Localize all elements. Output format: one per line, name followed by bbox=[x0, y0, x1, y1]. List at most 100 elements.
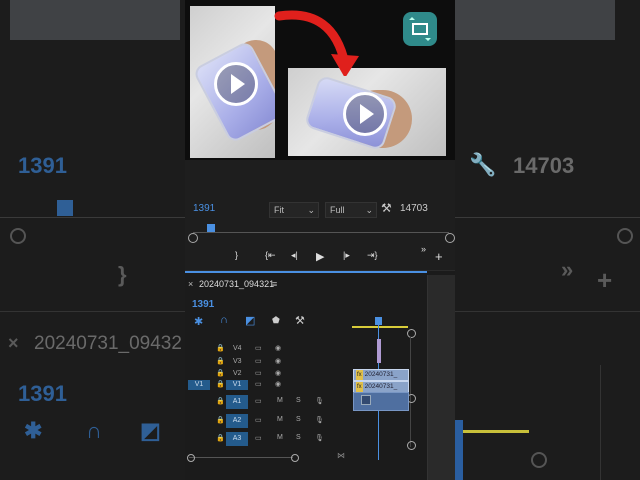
bg-circle-right-2 bbox=[531, 452, 547, 468]
marker-icon[interactable]: ⬟ bbox=[272, 315, 280, 326]
film-icon[interactable]: ▭ bbox=[255, 357, 262, 365]
bg-photo-thumb bbox=[10, 0, 180, 40]
film-icon[interactable]: ▭ bbox=[255, 369, 262, 377]
audio-fx-icon bbox=[361, 395, 371, 405]
play-icon[interactable] bbox=[214, 62, 258, 106]
background-right: 🔧 14703 » + bbox=[455, 0, 640, 480]
h-zoom-handle-left[interactable] bbox=[187, 454, 195, 462]
marker-in-icon[interactable]: } bbox=[235, 250, 238, 260]
zoom-handle-right[interactable] bbox=[445, 233, 455, 243]
timeline-playhead-head[interactable] bbox=[375, 317, 382, 325]
clip-v2[interactable]: fx 20240731_ bbox=[353, 369, 409, 381]
track-label-a1[interactable]: A1 bbox=[226, 395, 248, 409]
sequence-tab[interactable]: 20240731_094321 bbox=[199, 279, 274, 289]
clip-v2-name: 20240731_ bbox=[364, 371, 398, 378]
add-icon[interactable]: + bbox=[435, 249, 443, 264]
lock-icon[interactable]: 🔒 bbox=[216, 344, 225, 352]
monitor-playhead[interactable] bbox=[207, 224, 215, 232]
eye-icon[interactable]: ◉ bbox=[275, 380, 281, 388]
step-back-icon[interactable]: ◂| bbox=[291, 250, 298, 261]
mute-button[interactable]: M bbox=[277, 416, 283, 423]
lock-icon[interactable]: 🔒 bbox=[216, 357, 225, 365]
play-button-icon[interactable]: ▶ bbox=[316, 250, 324, 263]
mic-icon[interactable]: 🎙 bbox=[315, 434, 324, 442]
monitor-ruler[interactable] bbox=[193, 232, 449, 233]
bg-ruler-right bbox=[455, 217, 640, 218]
resolution-select[interactable]: Full ⌄ bbox=[325, 202, 377, 218]
program-monitor bbox=[185, 0, 455, 160]
menu-icon[interactable]: ≡ bbox=[272, 279, 277, 289]
mute-button[interactable]: M bbox=[277, 397, 283, 404]
transport-controls: } {⇤ ◂| ▶ |▸ ⇥} » + bbox=[185, 244, 455, 264]
solo-button[interactable]: S bbox=[296, 416, 301, 423]
eye-icon[interactable]: ◉ bbox=[275, 357, 281, 365]
lock-icon[interactable]: 🔒 bbox=[216, 380, 225, 388]
link-icon[interactable]: ◩ bbox=[245, 314, 255, 327]
lock-icon[interactable]: 🔒 bbox=[216, 434, 225, 442]
close-icon[interactable]: × bbox=[188, 279, 193, 289]
bg-add-icon: + bbox=[597, 265, 613, 295]
play-icon-2[interactable] bbox=[343, 92, 387, 136]
vertical-scrollbar[interactable] bbox=[410, 337, 411, 447]
sequence-timecode[interactable]: 1391 bbox=[192, 299, 214, 310]
snap-icon[interactable]: ✱ bbox=[194, 315, 203, 328]
lock-icon[interactable]: 🔒 bbox=[216, 416, 225, 424]
fx-badge: fx bbox=[356, 382, 363, 392]
track-label-a3[interactable]: A3 bbox=[226, 432, 248, 446]
film-icon[interactable]: ▭ bbox=[255, 344, 262, 352]
mic-icon[interactable]: 🎙 bbox=[315, 397, 324, 405]
go-out-icon[interactable]: ⇥} bbox=[367, 250, 378, 261]
playhead-timecode[interactable]: 1391 bbox=[193, 203, 215, 214]
bg-magnet-icon: ∩ bbox=[86, 418, 102, 443]
eye-icon[interactable]: ◉ bbox=[275, 369, 281, 377]
bg-wrench-icon: 🔧 bbox=[469, 152, 497, 177]
timeline-panel: × 20240731_094321 ≡ 1391 ✱ ∩ ◩ ⬟ ⚒ 🔒 V4 … bbox=[185, 270, 455, 480]
lock-icon[interactable]: 🔒 bbox=[216, 397, 225, 405]
track-label-v2: V2 bbox=[233, 370, 242, 377]
eye-icon[interactable]: ◉ bbox=[275, 344, 281, 352]
vertical-zoom-handle-bottom[interactable] bbox=[407, 441, 416, 450]
zoom-select[interactable]: Fit ⌄ bbox=[269, 202, 319, 218]
clip-a1[interactable] bbox=[353, 392, 409, 411]
lock-icon[interactable]: 🔒 bbox=[216, 369, 225, 377]
track-label-a2[interactable]: A2 bbox=[226, 414, 248, 428]
mic-icon[interactable]: 🎙 bbox=[315, 416, 324, 424]
wrench-icon[interactable]: ⚒ bbox=[295, 314, 305, 327]
bg-divider-right bbox=[455, 311, 640, 312]
solo-button[interactable]: S bbox=[296, 397, 301, 404]
bg-panel-edge bbox=[600, 365, 640, 480]
magnet-icon[interactable]: ∩ bbox=[220, 314, 228, 326]
mute-button[interactable]: M bbox=[277, 434, 283, 441]
film-icon[interactable]: ▭ bbox=[255, 397, 262, 405]
h-zoom-handle-right[interactable] bbox=[291, 454, 299, 462]
bg-timecode-2: 1391 bbox=[18, 381, 67, 406]
monitor-controls: 1391 Fit ⌄ Full ⌄ ⚒ 14703 bbox=[185, 201, 455, 218]
go-in-icon[interactable]: {⇤ bbox=[265, 250, 276, 261]
film-icon[interactable]: ▭ bbox=[255, 434, 262, 442]
film-icon[interactable]: ▭ bbox=[255, 416, 262, 424]
bg-ruler bbox=[0, 217, 185, 218]
film-icon bbox=[409, 17, 431, 41]
source-patch-v1[interactable]: V1 bbox=[188, 380, 210, 390]
step-forward-icon[interactable]: |▸ bbox=[343, 250, 350, 261]
zoom-handle-left[interactable] bbox=[188, 233, 198, 243]
bg-seq-name: 20240731_09432 bbox=[34, 333, 182, 354]
wrench-icon[interactable]: ⚒ bbox=[381, 201, 392, 215]
work-area-bar[interactable] bbox=[352, 326, 408, 328]
resolution-select-value: Full bbox=[330, 205, 345, 215]
track-label-v1[interactable]: V1 bbox=[226, 380, 248, 390]
premiere-panel: 1391 Fit ⌄ Full ⌄ ⚒ 14703 } {⇤ ◂| ▶ |▸ ⇥… bbox=[185, 0, 455, 480]
track-a2: 🔒 A2 ▭ M S 🎙 bbox=[185, 412, 350, 430]
v3-clip-marker bbox=[377, 339, 381, 363]
video-frame-right bbox=[288, 68, 446, 156]
more-icon[interactable]: » bbox=[421, 244, 426, 254]
film-icon[interactable]: ▭ bbox=[255, 380, 262, 388]
horizontal-scrollbar[interactable] bbox=[189, 457, 293, 458]
bg-more-icon: » bbox=[561, 257, 574, 282]
bg-yellow-bar bbox=[455, 430, 529, 433]
video-frame-left bbox=[190, 6, 275, 158]
bg-timecode-right: 14703 bbox=[513, 153, 575, 178]
bg-close: × bbox=[8, 333, 19, 353]
solo-button[interactable]: S bbox=[296, 434, 301, 441]
vertical-zoom-handle-top[interactable] bbox=[407, 329, 416, 338]
